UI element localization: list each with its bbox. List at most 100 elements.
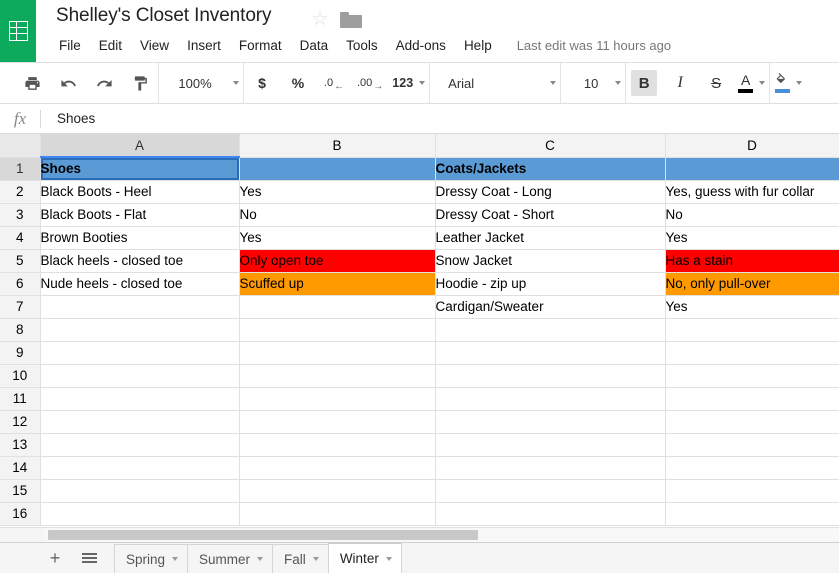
cell-B9[interactable] [239,341,436,365]
row-header-11[interactable]: 11 [0,387,41,411]
undo-icon[interactable] [55,70,81,96]
cell-A16[interactable] [40,502,240,526]
menu-item-format[interactable]: Format [230,36,291,55]
sheet-tab-winter[interactable]: Winter [327,543,402,573]
row-header-5[interactable]: 5 [0,249,41,273]
cell-A10[interactable] [40,364,240,388]
cell-D4[interactable]: Yes [665,226,839,250]
cell-D10[interactable] [665,364,839,388]
cell-B14[interactable] [239,456,436,480]
cell-B3[interactable]: No [239,203,436,227]
all-sheets-button[interactable] [72,543,106,573]
italic-button[interactable]: I [667,70,693,96]
cell-D14[interactable] [665,456,839,480]
chevron-down-icon[interactable] [312,557,319,561]
cell-A1[interactable]: Shoes [40,157,240,181]
cell-C13[interactable] [435,433,666,457]
row-header-4[interactable]: 4 [0,226,41,250]
cell-B13[interactable] [239,433,436,457]
menu-item-addons[interactable]: Add-ons [387,36,455,55]
cell-D13[interactable] [665,433,839,457]
cell-D7[interactable]: Yes [665,295,839,319]
cell-C12[interactable] [435,410,666,434]
cell-A14[interactable] [40,456,240,480]
cell-C11[interactable] [435,387,666,411]
cell-D6[interactable]: No, only pull-over [665,272,839,296]
paint-format-icon[interactable] [127,70,153,96]
row-header-10[interactable]: 10 [0,364,41,388]
menu-item-data[interactable]: Data [291,36,338,55]
cell-B15[interactable] [239,479,436,503]
cell-D5[interactable]: Has a stain [665,249,839,273]
cell-A5[interactable]: Black heels - closed toe [40,249,240,273]
cell-C15[interactable] [435,479,666,503]
cell-D11[interactable] [665,387,839,411]
redo-icon[interactable] [91,70,117,96]
cell-A13[interactable] [40,433,240,457]
sheets-logo[interactable] [0,0,36,62]
cell-D9[interactable] [665,341,839,365]
cell-C7[interactable]: Cardigan/Sweater [435,295,666,319]
horizontal-scroll-thumb[interactable] [48,530,478,540]
row-header-13[interactable]: 13 [0,433,41,457]
row-header-7[interactable]: 7 [0,295,41,319]
column-header-b[interactable]: B [239,134,436,158]
cell-B4[interactable]: Yes [239,226,436,250]
cell-D2[interactable]: Yes, guess with fur collar [665,180,839,204]
row-header-12[interactable]: 12 [0,410,41,434]
cell-C14[interactable] [435,456,666,480]
row-header-1[interactable]: 1 [0,157,41,181]
cell-B1[interactable] [239,157,436,181]
percent-format-button[interactable]: % [285,70,311,96]
row-header-2[interactable]: 2 [0,180,41,204]
formula-bar[interactable]: fx Shoes [0,104,839,134]
increase-decimal-button[interactable]: .00 → [357,70,383,96]
font-size-control[interactable]: 10 [561,76,625,91]
column-header-d[interactable]: D [665,134,839,158]
cell-A8[interactable] [40,318,240,342]
spreadsheet-grid[interactable]: A B C D 1 Shoes Coats/Jackets 2 Black Boots … [0,134,839,527]
select-all-corner[interactable] [0,134,41,158]
bold-button[interactable]: B [631,70,658,96]
cell-C2[interactable]: Dressy Coat - Long [435,180,666,204]
menu-item-edit[interactable]: Edit [90,36,131,55]
document-title[interactable]: Shelley's Closet Inventory [56,5,272,27]
chevron-down-icon[interactable] [385,556,392,561]
star-outline-icon[interactable]: ☆ [310,10,330,30]
menu-item-tools[interactable]: Tools [337,36,387,55]
row-header-9[interactable]: 9 [0,341,41,365]
cell-A15[interactable] [40,479,240,503]
cell-B7[interactable] [239,295,436,319]
cell-C6[interactable]: Hoodie - zip up [435,272,666,296]
cell-C9[interactable] [435,341,666,365]
number-format-control[interactable]: 123 [388,76,429,90]
cell-B6[interactable]: Scuffed up [239,272,436,296]
cell-C8[interactable] [435,318,666,342]
cell-B11[interactable] [239,387,436,411]
cell-D1[interactable] [665,157,839,181]
cell-B16[interactable] [239,502,436,526]
column-header-c[interactable]: C [435,134,666,158]
sheet-tab-summer[interactable]: Summer [187,544,274,573]
cell-C1[interactable]: Coats/Jackets [435,157,666,181]
cell-A9[interactable] [40,341,240,365]
cell-D3[interactable]: No [665,203,839,227]
zoom-control[interactable]: 100% [159,76,243,91]
cell-C5[interactable]: Snow Jacket [435,249,666,273]
row-header-16[interactable]: 16 [0,502,41,526]
cell-A12[interactable] [40,410,240,434]
font-family-control[interactable]: Arial [430,76,560,91]
chevron-down-icon[interactable] [257,557,264,561]
currency-format-button[interactable]: $ [249,70,275,96]
cell-C3[interactable]: Dressy Coat - Short [435,203,666,227]
cell-D12[interactable] [665,410,839,434]
cell-D15[interactable] [665,479,839,503]
fill-color-control[interactable] [770,73,806,93]
menu-item-view[interactable]: View [131,36,178,55]
row-header-3[interactable]: 3 [0,203,41,227]
horizontal-scrollbar[interactable] [0,527,839,542]
last-edit-status[interactable]: Last edit was 11 hours ago [517,38,671,53]
strikethrough-button[interactable]: S [703,70,729,96]
sheet-tab-fall[interactable]: Fall [272,544,329,573]
chevron-down-icon[interactable] [172,557,179,561]
